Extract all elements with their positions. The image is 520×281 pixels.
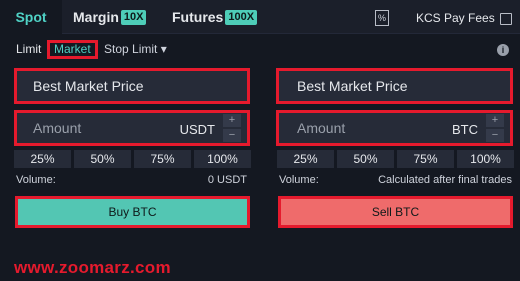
sell-percent-100[interactable]: 100% [457, 150, 514, 168]
decrement-icon[interactable]: − [486, 129, 504, 142]
percent-icon[interactable]: % [375, 10, 389, 26]
buy-percent-25[interactable]: 25% [14, 150, 71, 168]
buy-percent-75[interactable]: 75% [134, 150, 191, 168]
kcs-pay-fees-checkbox[interactable] [500, 13, 512, 25]
sell-percent-buttons: 25% 50% 75% 100% [277, 150, 514, 168]
buy-amount-stepper[interactable]: + − [223, 114, 241, 142]
tab-spot[interactable]: Spot [0, 0, 62, 34]
order-type-limit[interactable]: Limit [16, 42, 41, 56]
increment-icon[interactable]: + [223, 114, 241, 127]
kcs-pay-fees-label: KCS Pay Fees [416, 11, 495, 25]
tab-futures-label: Futures [172, 9, 224, 25]
buy-volume-value: 0 USDT [207, 174, 247, 186]
buy-percent-100[interactable]: 100% [194, 150, 251, 168]
sell-percent-75[interactable]: 75% [397, 150, 454, 168]
sell-price-text: Best Market Price [297, 78, 408, 94]
buy-btc-button[interactable]: Buy BTC [15, 196, 250, 228]
sell-volume-label: Volume: [279, 174, 319, 186]
sell-percent-25[interactable]: 25% [277, 150, 334, 168]
sell-amount-placeholder: Amount [297, 120, 346, 136]
watermark-text: www.zoomarz.com [14, 258, 171, 277]
buy-amount-placeholder: Amount [33, 120, 82, 136]
order-type-market[interactable]: Market [47, 40, 98, 59]
sell-amount-input[interactable]: Amount BTC + − [276, 110, 513, 146]
buy-percent-buttons: 25% 50% 75% 100% [14, 150, 251, 168]
buy-price-field[interactable]: Best Market Price [14, 68, 250, 104]
sell-btc-button-label: Sell BTC [371, 205, 420, 219]
tab-margin-label: Margin [73, 9, 119, 25]
buy-amount-unit: USDT [179, 122, 215, 137]
sell-percent-50[interactable]: 50% [337, 150, 394, 168]
margin-leverage-badge: 10X [120, 9, 147, 25]
order-type-stop-limit-dropdown[interactable]: Stop Limit ▾ [104, 42, 167, 56]
sell-amount-stepper[interactable]: + − [486, 114, 504, 142]
increment-icon[interactable]: + [486, 114, 504, 127]
sell-volume-value: Calculated after final trades [378, 174, 512, 186]
buy-amount-input[interactable]: Amount USDT + − [14, 110, 250, 146]
decrement-icon[interactable]: − [223, 129, 241, 142]
sell-price-field[interactable]: Best Market Price [276, 68, 513, 104]
info-icon[interactable]: i [497, 44, 509, 56]
buy-percent-50[interactable]: 50% [74, 150, 131, 168]
tab-futures[interactable]: Futures 100X [172, 0, 258, 34]
futures-leverage-badge: 100X [225, 9, 258, 25]
tab-spot-label: Spot [15, 9, 47, 25]
tab-margin[interactable]: Margin 10X [73, 0, 147, 34]
trade-tab-bar: Spot Margin 10X Futures 100X % KCS Pay F… [0, 0, 520, 34]
buy-volume-label: Volume: [16, 174, 56, 186]
sell-btc-button[interactable]: Sell BTC [278, 196, 513, 228]
buy-price-text: Best Market Price [33, 78, 144, 94]
sell-amount-unit: BTC [452, 122, 478, 137]
buy-btc-button-label: Buy BTC [108, 205, 157, 219]
